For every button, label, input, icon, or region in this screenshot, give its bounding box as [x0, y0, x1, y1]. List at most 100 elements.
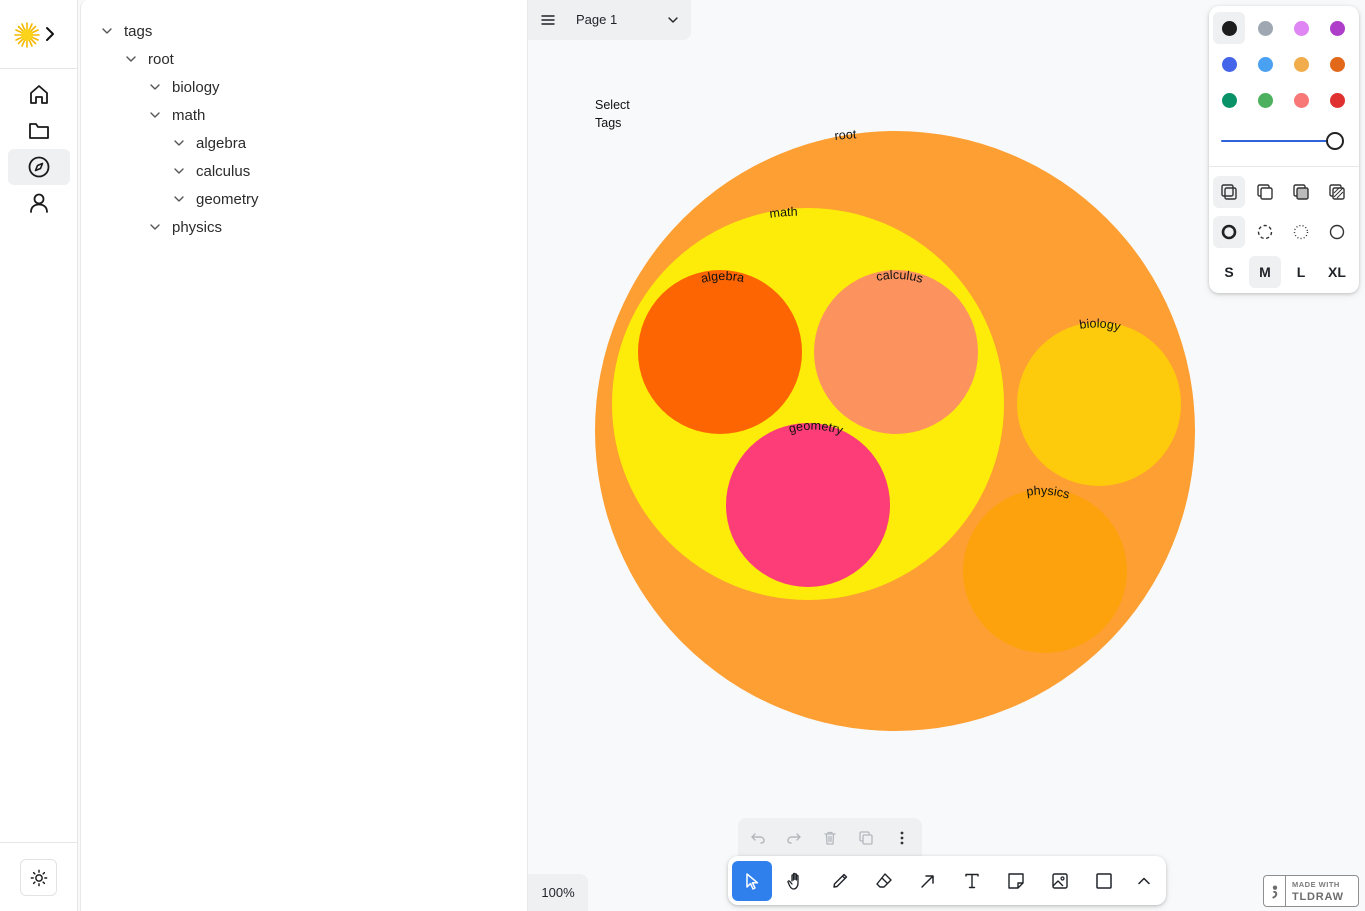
note-tool-button[interactable]: [996, 861, 1036, 901]
color-swatch-red[interactable]: [1321, 84, 1353, 116]
tree-item-geometry[interactable]: geometry: [172, 187, 259, 211]
fill-solid-icon: [1293, 184, 1309, 200]
page-name[interactable]: Page 1: [576, 12, 617, 27]
size-l-button[interactable]: L: [1285, 256, 1317, 288]
nav-explore-button[interactable]: [8, 149, 70, 185]
bubble-geometry[interactable]: [726, 423, 890, 587]
tree-item-tags[interactable]: tags: [100, 19, 152, 43]
chevron-down-icon[interactable]: [172, 164, 186, 178]
menu-icon[interactable]: [541, 13, 555, 27]
nav-folder-button[interactable]: [8, 113, 70, 149]
color-swatch-grey[interactable]: [1249, 12, 1281, 44]
color-dot: [1329, 56, 1345, 72]
chevron-down-icon[interactable]: [148, 80, 162, 94]
opacity-slider-thumb[interactable]: [1326, 132, 1344, 150]
color-swatch-green[interactable]: [1213, 84, 1245, 116]
tree-item-biology[interactable]: biology: [148, 75, 220, 99]
tree-item-math[interactable]: math: [148, 103, 205, 127]
dash-dotted-icon: [1293, 224, 1309, 240]
tree-item-label: root: [148, 50, 174, 68]
color-swatch-blue[interactable]: [1213, 48, 1245, 80]
draw-tool-button[interactable]: [820, 861, 860, 901]
more-tools-icon: [1138, 877, 1150, 885]
redo-button[interactable]: [782, 826, 806, 850]
eraser-tool-button[interactable]: [864, 861, 904, 901]
fill-none-button[interactable]: [1213, 176, 1245, 208]
select-tool-button[interactable]: [732, 861, 772, 901]
bubble-algebra[interactable]: [638, 270, 802, 434]
dash-draw-button[interactable]: [1213, 216, 1245, 248]
text-tool-button[interactable]: [952, 861, 992, 901]
size-xl-button[interactable]: XL: [1321, 256, 1353, 288]
color-swatch-light-green[interactable]: [1249, 84, 1281, 116]
divider: [0, 68, 78, 69]
color-swatch-black[interactable]: [1213, 12, 1245, 44]
bubble-biology[interactable]: [1017, 322, 1181, 486]
size-s-button[interactable]: S: [1213, 256, 1245, 288]
bubble-label-math: math: [769, 205, 798, 221]
page-menu[interactable]: Page 1: [528, 0, 691, 40]
color-dot: [1257, 92, 1273, 108]
zoom-level-button[interactable]: 100%: [528, 874, 588, 911]
rectangle-tool-button[interactable]: [1084, 861, 1124, 901]
color-dot: [1221, 92, 1237, 108]
nav-home-button[interactable]: [8, 77, 70, 113]
bubble-label-root: root: [834, 127, 857, 143]
size-m-button[interactable]: M: [1249, 256, 1281, 288]
more-tools-button[interactable]: [1126, 861, 1162, 901]
made-with-tldraw-badge[interactable]: MADE WITH TLDRAW: [1263, 875, 1359, 907]
tree-item-root[interactable]: root: [124, 47, 174, 71]
dash-solid-icon: [1329, 224, 1345, 240]
color-swatch-orange[interactable]: [1321, 48, 1353, 80]
color-swatch-violet[interactable]: [1321, 12, 1353, 44]
home-icon: [30, 85, 48, 104]
expand-chevron-icon[interactable]: [42, 25, 58, 43]
delete-button[interactable]: [818, 826, 842, 850]
chevron-down-icon[interactable]: [666, 13, 680, 27]
tree-item-physics[interactable]: physics: [148, 215, 222, 239]
color-dot: [1221, 20, 1237, 36]
hand-icon: [787, 872, 799, 890]
color-dot: [1329, 92, 1345, 108]
more-actions-button[interactable]: [890, 826, 914, 850]
watermark-line2: TLDRAW: [1292, 891, 1344, 903]
watermark-line1: MADE WITH: [1292, 880, 1340, 889]
dash-solid-button[interactable]: [1321, 216, 1353, 248]
actions-menu: [738, 818, 922, 858]
color-dot: [1221, 56, 1237, 72]
chevron-down-icon[interactable]: [172, 192, 186, 206]
chevron-down-icon[interactable]: [148, 108, 162, 122]
color-swatch-yellow[interactable]: [1285, 48, 1317, 80]
dash-dashed-button[interactable]: [1249, 216, 1281, 248]
duplicate-button[interactable]: [854, 826, 878, 850]
dash-dotted-button[interactable]: [1285, 216, 1317, 248]
fill-pattern-button[interactable]: [1321, 176, 1353, 208]
bubble-calculus[interactable]: [814, 270, 978, 434]
nav-profile-button[interactable]: [8, 185, 70, 221]
chevron-down-icon[interactable]: [124, 52, 138, 66]
chevron-down-icon[interactable]: [148, 220, 162, 234]
bubble-physics[interactable]: [963, 489, 1127, 653]
tree-item-label: calculus: [196, 162, 251, 180]
undo-icon: [751, 833, 765, 844]
hand-tool-button[interactable]: [776, 861, 816, 901]
tree-item-algebra[interactable]: algebra: [172, 131, 246, 155]
sun-logo-icon[interactable]: [14, 22, 40, 48]
fill-solid-button[interactable]: [1285, 176, 1317, 208]
chevron-down-icon[interactable]: [100, 24, 114, 38]
tree-item-calculus[interactable]: calculus: [172, 159, 250, 183]
fill-semi-button[interactable]: [1249, 176, 1281, 208]
text-icon: [965, 873, 979, 889]
color-swatch-light-blue[interactable]: [1249, 48, 1281, 80]
chevron-down-icon[interactable]: [172, 136, 186, 150]
color-swatch-light-violet[interactable]: [1285, 12, 1317, 44]
undo-button[interactable]: [746, 826, 770, 850]
opacity-slider-track[interactable]: [1221, 140, 1333, 142]
color-swatch-light-red[interactable]: [1285, 84, 1317, 116]
image-tool-button[interactable]: [1040, 861, 1080, 901]
color-dot: [1257, 20, 1273, 36]
arrow-tool-button[interactable]: [908, 861, 948, 901]
note-icon: [1008, 873, 1024, 889]
theme-toggle-button[interactable]: [20, 859, 57, 896]
rectangle-icon: [1096, 873, 1112, 889]
